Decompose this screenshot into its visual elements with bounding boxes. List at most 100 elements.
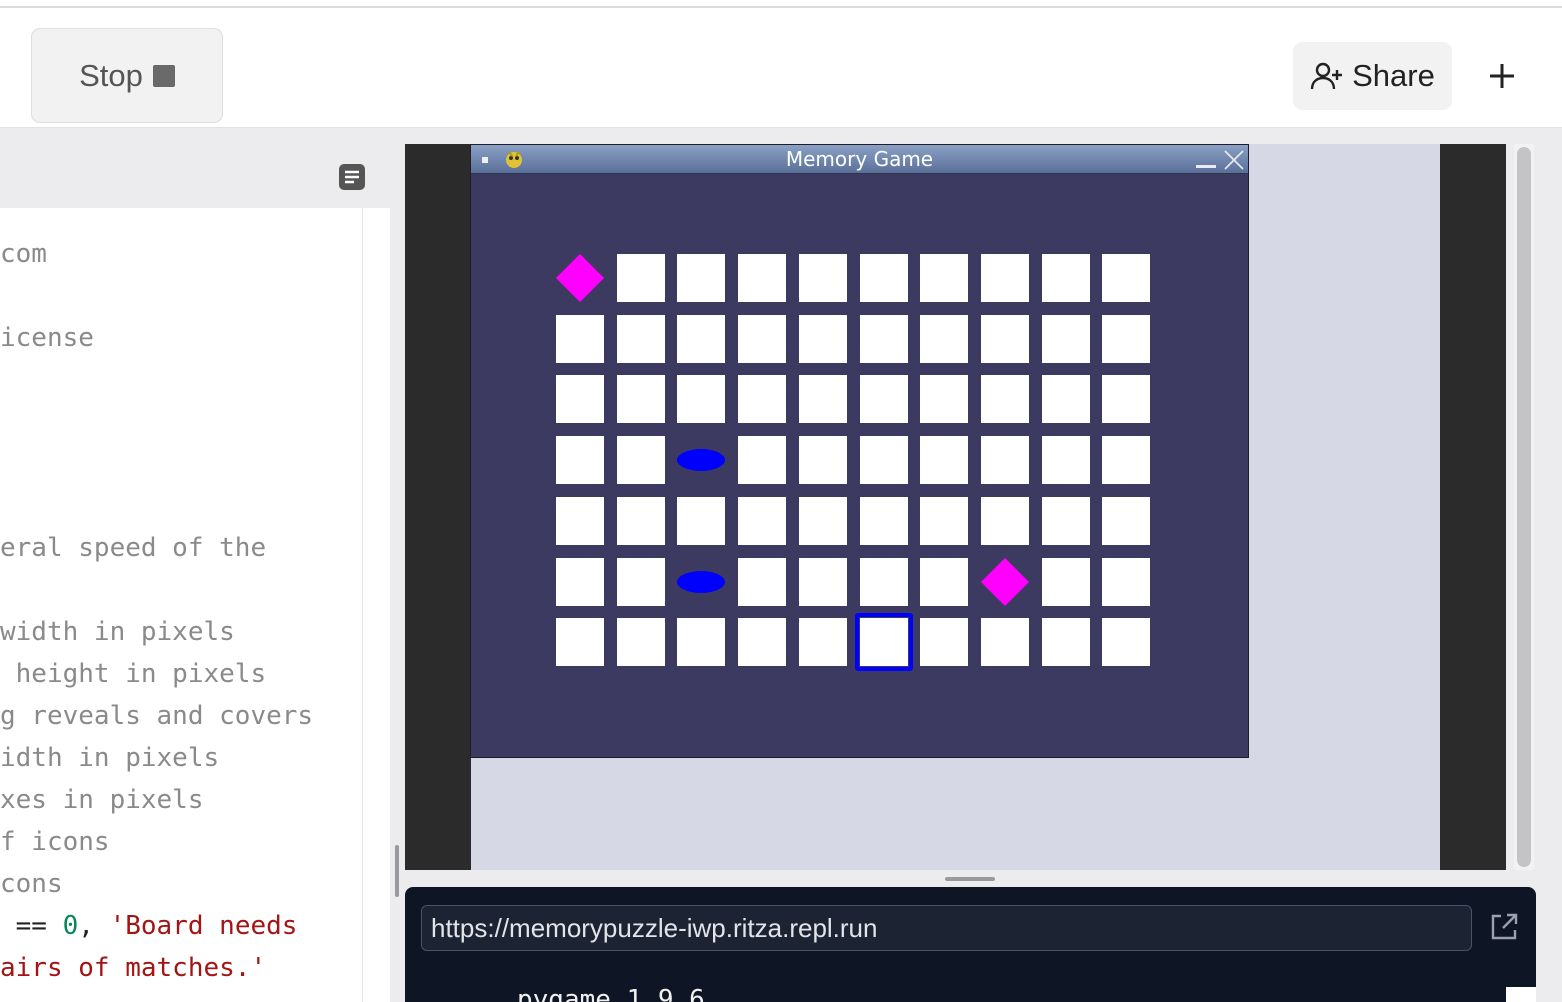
- stop-button-label: Stop: [79, 57, 143, 93]
- covered-card[interactable]: [1102, 436, 1150, 484]
- covered-card[interactable]: [677, 315, 725, 363]
- code-separator: ,: [78, 911, 110, 941]
- covered-card[interactable]: [799, 618, 847, 666]
- covered-card[interactable]: [738, 436, 786, 484]
- covered-card[interactable]: [1102, 618, 1150, 666]
- covered-card[interactable]: [1042, 254, 1090, 302]
- covered-card[interactable]: [556, 375, 604, 423]
- covered-card[interactable]: [799, 315, 847, 363]
- revealed-oval-card[interactable]: [677, 558, 725, 606]
- covered-card[interactable]: [617, 375, 665, 423]
- covered-card[interactable]: [981, 497, 1029, 545]
- covered-card[interactable]: [1102, 558, 1150, 606]
- covered-card[interactable]: [556, 497, 604, 545]
- covered-card[interactable]: [860, 436, 908, 484]
- code-text: icense: [0, 323, 94, 353]
- covered-card[interactable]: [738, 497, 786, 545]
- covered-card[interactable]: [617, 436, 665, 484]
- covered-card[interactable]: [981, 436, 1029, 484]
- window-menu-icon[interactable]: [482, 157, 488, 163]
- code-line-assert: == 0, 'Board needs: [0, 909, 298, 943]
- covered-card[interactable]: [738, 375, 786, 423]
- horizontal-pane-splitter[interactable]: [945, 877, 995, 881]
- covered-card[interactable]: [677, 254, 725, 302]
- covered-card[interactable]: [860, 254, 908, 302]
- covered-card[interactable]: [738, 618, 786, 666]
- code-line-string: airs of matches.': [0, 951, 266, 985]
- covered-card[interactable]: [920, 436, 968, 484]
- covered-card[interactable]: [1042, 558, 1090, 606]
- covered-card[interactable]: [677, 618, 725, 666]
- covered-card[interactable]: [556, 618, 604, 666]
- code-line: xes in pixels: [0, 783, 204, 817]
- revealed-diamond-card[interactable]: [981, 558, 1029, 606]
- covered-card[interactable]: [981, 315, 1029, 363]
- revealed-oval-card[interactable]: [677, 436, 725, 484]
- vertical-pane-splitter[interactable]: [395, 845, 399, 897]
- code-line: g reveals and covers: [0, 699, 313, 733]
- covered-card[interactable]: [1102, 497, 1150, 545]
- webview-url-field[interactable]: [421, 905, 1472, 951]
- covered-card[interactable]: [799, 558, 847, 606]
- covered-card[interactable]: [1102, 315, 1150, 363]
- share-button[interactable]: Share: [1293, 42, 1452, 110]
- covered-card[interactable]: [677, 497, 725, 545]
- covered-card[interactable]: [1102, 375, 1150, 423]
- covered-card[interactable]: [799, 497, 847, 545]
- code-line: width in pixels: [0, 615, 235, 649]
- covered-card[interactable]: [920, 254, 968, 302]
- covered-card[interactable]: [617, 558, 665, 606]
- covered-card[interactable]: [981, 375, 1029, 423]
- covered-card[interactable]: [920, 618, 968, 666]
- code-string: airs of matches.': [0, 953, 267, 983]
- covered-card[interactable]: [1042, 618, 1090, 666]
- code-line: eral speed of the: [0, 531, 266, 565]
- covered-card[interactable]: [920, 558, 968, 606]
- covered-card[interactable]: [1042, 375, 1090, 423]
- covered-card[interactable]: [1042, 497, 1090, 545]
- covered-card[interactable]: [799, 436, 847, 484]
- covered-card[interactable]: [677, 375, 725, 423]
- covered-card[interactable]: [860, 618, 908, 666]
- window-titlebar[interactable]: Memory Game: [471, 145, 1248, 174]
- covered-card[interactable]: [738, 558, 786, 606]
- close-icon[interactable]: [1223, 149, 1245, 171]
- covered-card[interactable]: [799, 254, 847, 302]
- open-in-new-tab-icon[interactable]: [1488, 911, 1520, 943]
- covered-card[interactable]: [617, 618, 665, 666]
- code-line: com: [0, 237, 47, 271]
- covered-card[interactable]: [981, 618, 1029, 666]
- code-editor[interactable]: com icense eral speed of the width in pixel…: [0, 208, 362, 1002]
- covered-card[interactable]: [617, 497, 665, 545]
- code-text: g reveals and covers: [0, 701, 314, 731]
- covered-card[interactable]: [860, 315, 908, 363]
- minimize-icon[interactable]: [1196, 165, 1216, 168]
- covered-card[interactable]: [981, 254, 1029, 302]
- stop-square-icon: [152, 64, 175, 87]
- covered-card[interactable]: [617, 254, 665, 302]
- covered-card[interactable]: [556, 315, 604, 363]
- covered-card[interactable]: [1102, 254, 1150, 302]
- covered-card[interactable]: [860, 497, 908, 545]
- covered-card[interactable]: [1042, 436, 1090, 484]
- revealed-diamond-card[interactable]: [556, 254, 604, 302]
- covered-card[interactable]: [617, 315, 665, 363]
- covered-card[interactable]: [799, 375, 847, 423]
- output-scrollbar-thumb[interactable]: [1517, 147, 1531, 867]
- covered-card[interactable]: [920, 375, 968, 423]
- plus-icon: [1490, 64, 1514, 88]
- covered-card[interactable]: [860, 558, 908, 606]
- code-text: idth in pixels: [0, 743, 220, 773]
- code-text: width in pixels: [0, 617, 235, 647]
- new-tab-button[interactable]: [1475, 52, 1529, 100]
- covered-card[interactable]: [860, 375, 908, 423]
- stop-button[interactable]: Stop: [31, 28, 223, 123]
- covered-card[interactable]: [738, 254, 786, 302]
- outline-icon[interactable]: [336, 161, 368, 193]
- covered-card[interactable]: [738, 315, 786, 363]
- covered-card[interactable]: [556, 436, 604, 484]
- covered-card[interactable]: [920, 497, 968, 545]
- covered-card[interactable]: [1042, 315, 1090, 363]
- covered-card[interactable]: [920, 315, 968, 363]
- covered-card[interactable]: [556, 558, 604, 606]
